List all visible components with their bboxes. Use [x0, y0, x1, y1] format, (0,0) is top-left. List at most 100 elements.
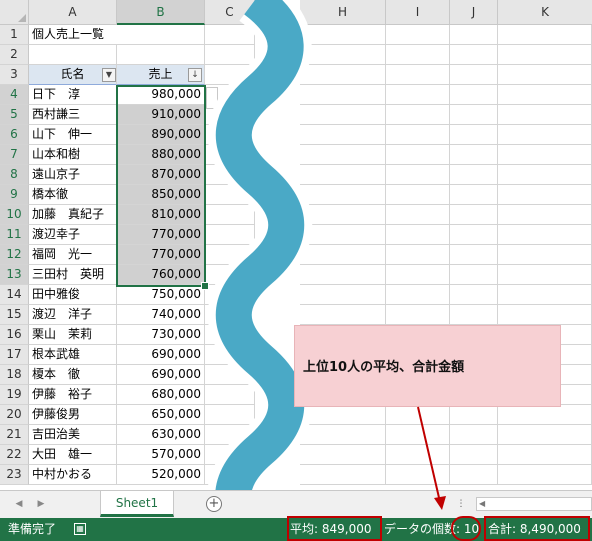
cell[interactable]: [117, 25, 205, 45]
name-cell[interactable]: 三田村 英明: [29, 265, 117, 285]
row-header[interactable]: 12: [0, 245, 29, 265]
name-cell[interactable]: 伊藤俊男: [29, 405, 117, 425]
cell[interactable]: [498, 445, 592, 465]
row-header[interactable]: 16: [0, 325, 29, 345]
sales-cell[interactable]: 570,000: [117, 445, 205, 465]
cell[interactable]: [386, 445, 450, 465]
name-cell[interactable]: 福岡 光一: [29, 245, 117, 265]
name-cell[interactable]: 加藤 真紀子: [29, 205, 117, 225]
name-cell[interactable]: 伊藤 裕子: [29, 385, 117, 405]
tab-scroll-right-icon[interactable]: ▶: [34, 497, 48, 511]
cell[interactable]: [450, 205, 498, 225]
cell[interactable]: [450, 305, 498, 325]
cell[interactable]: [386, 25, 450, 45]
sales-cell[interactable]: 650,000: [117, 405, 205, 425]
cell[interactable]: [450, 265, 498, 285]
macro-record-icon[interactable]: ▦: [74, 523, 86, 535]
name-cell[interactable]: 中村かおる: [29, 465, 117, 485]
more-options-icon[interactable]: ⋮: [454, 497, 468, 511]
row-header[interactable]: 1: [0, 25, 29, 45]
sales-cell[interactable]: 880,000: [117, 145, 205, 165]
row-header[interactable]: 5: [0, 105, 29, 125]
cell[interactable]: [498, 105, 592, 125]
cell[interactable]: [29, 45, 117, 65]
sales-cell[interactable]: 890,000: [117, 125, 205, 145]
cell[interactable]: [386, 125, 450, 145]
cell[interactable]: [386, 305, 450, 325]
sales-cell[interactable]: 810,000: [117, 205, 205, 225]
name-cell[interactable]: 橋本徹: [29, 185, 117, 205]
sales-cell[interactable]: 770,000: [117, 245, 205, 265]
row-header[interactable]: 14: [0, 285, 29, 305]
cell[interactable]: [498, 85, 592, 105]
cell[interactable]: [386, 105, 450, 125]
cell[interactable]: [386, 405, 450, 425]
sales-cell[interactable]: 850,000: [117, 185, 205, 205]
row-header[interactable]: 17: [0, 345, 29, 365]
sales-cell[interactable]: 630,000: [117, 425, 205, 445]
row-header[interactable]: 9: [0, 185, 29, 205]
cell[interactable]: [450, 185, 498, 205]
row-header[interactable]: 4: [0, 85, 29, 105]
row-header[interactable]: 8: [0, 165, 29, 185]
sales-cell[interactable]: 910,000: [117, 105, 205, 125]
sales-cell[interactable]: 690,000: [117, 345, 205, 365]
tab-scroll-left-icon[interactable]: ◀: [12, 497, 26, 511]
cell[interactable]: [498, 245, 592, 265]
sales-cell[interactable]: 740,000: [117, 305, 205, 325]
horizontal-scrollbar[interactable]: ◀: [476, 497, 592, 511]
row-header[interactable]: 10: [0, 205, 29, 225]
row-header[interactable]: 3: [0, 65, 29, 85]
sales-cell[interactable]: 760,000: [117, 265, 205, 285]
column-header-b[interactable]: B: [117, 0, 205, 25]
cell[interactable]: [386, 145, 450, 165]
name-cell[interactable]: 山下 伸一: [29, 125, 117, 145]
sales-cell[interactable]: 690,000: [117, 365, 205, 385]
cell[interactable]: [386, 285, 450, 305]
row-header[interactable]: 6: [0, 125, 29, 145]
cell[interactable]: [450, 285, 498, 305]
cell[interactable]: [386, 165, 450, 185]
row-header[interactable]: 7: [0, 145, 29, 165]
cell[interactable]: [450, 445, 498, 465]
name-cell[interactable]: 大田 雄一: [29, 445, 117, 465]
cell[interactable]: [450, 225, 498, 245]
cell[interactable]: [498, 145, 592, 165]
sales-cell[interactable]: 770,000: [117, 225, 205, 245]
name-cell[interactable]: 栗山 茉莉: [29, 325, 117, 345]
cell[interactable]: [498, 65, 592, 85]
column-header-a[interactable]: A: [29, 0, 117, 25]
column-header-j[interactable]: J: [450, 0, 498, 25]
name-cell[interactable]: 渡辺幸子: [29, 225, 117, 245]
row-header[interactable]: 21: [0, 425, 29, 445]
row-header[interactable]: 19: [0, 385, 29, 405]
cell[interactable]: [498, 465, 592, 485]
sheet-title-cell[interactable]: 個人売上一覧: [29, 25, 117, 45]
cell[interactable]: [386, 85, 450, 105]
cell[interactable]: [498, 205, 592, 225]
cell[interactable]: [450, 165, 498, 185]
name-cell[interactable]: 西村謙三: [29, 105, 117, 125]
sales-cell[interactable]: 520,000: [117, 465, 205, 485]
name-cell[interactable]: 吉田治美: [29, 425, 117, 445]
cell[interactable]: [450, 45, 498, 65]
cell[interactable]: [498, 285, 592, 305]
cell[interactable]: [498, 265, 592, 285]
sales-cell[interactable]: 750,000: [117, 285, 205, 305]
cell[interactable]: [498, 405, 592, 425]
row-header[interactable]: 11: [0, 225, 29, 245]
select-all-corner[interactable]: [0, 0, 29, 25]
sales-cell[interactable]: 730,000: [117, 325, 205, 345]
cell[interactable]: [450, 465, 498, 485]
name-cell[interactable]: 榎本 徹: [29, 365, 117, 385]
scroll-left-arrow-icon[interactable]: ◀: [479, 498, 485, 510]
tab-sheet1[interactable]: Sheet1: [100, 491, 174, 517]
cell[interactable]: [386, 265, 450, 285]
cell[interactable]: [498, 185, 592, 205]
filter-dropdown-icon[interactable]: ▼: [102, 68, 116, 82]
cell[interactable]: [450, 425, 498, 445]
cell[interactable]: [386, 205, 450, 225]
name-cell[interactable]: 田中雅俊: [29, 285, 117, 305]
cell[interactable]: [450, 145, 498, 165]
row-header[interactable]: 13: [0, 265, 29, 285]
